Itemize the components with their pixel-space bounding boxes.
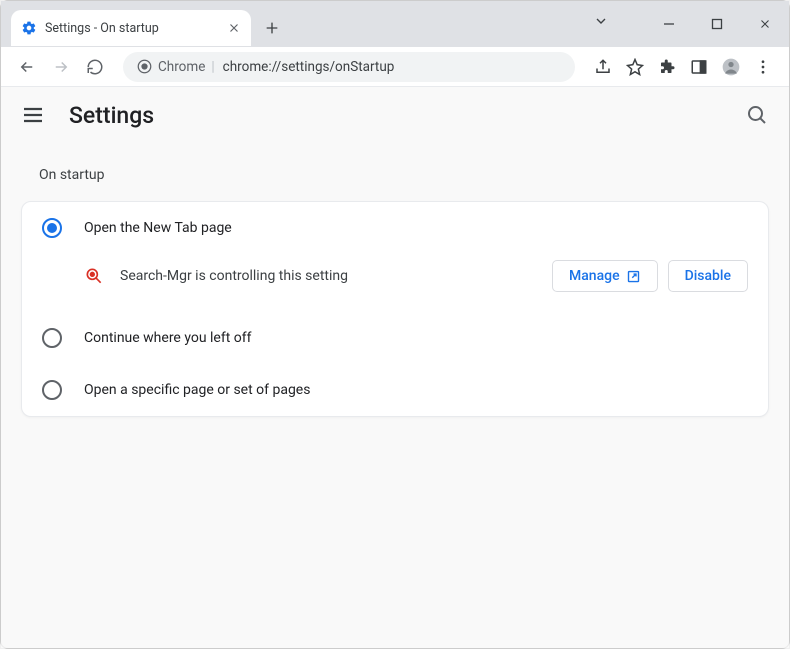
tab-title: Settings - On startup — [45, 21, 219, 36]
menu-dots-icon[interactable] — [749, 53, 777, 81]
disable-button[interactable]: Disable — [668, 260, 748, 292]
new-tab-button[interactable] — [257, 13, 287, 43]
window-titlebar: Settings - On startup — [1, 1, 789, 47]
url-bar: Chrome | chrome://settings/onStartup — [1, 47, 789, 87]
star-icon[interactable] — [621, 53, 649, 81]
maximize-button[interactable] — [693, 1, 741, 47]
close-window-button[interactable] — [741, 1, 789, 47]
option-continue[interactable]: Continue where you left off — [22, 312, 768, 364]
extension-warning-row: Search-Mgr is controlling this setting M… — [22, 254, 768, 312]
chevron-down-icon[interactable] — [593, 13, 609, 29]
external-link-icon — [626, 269, 641, 284]
radio-unselected[interactable] — [42, 380, 62, 400]
back-button[interactable] — [13, 53, 41, 81]
site-info-icon[interactable]: Chrome | — [137, 59, 215, 75]
warning-text: Search-Mgr is controlling this setting — [120, 268, 536, 284]
profile-icon[interactable] — [717, 53, 745, 81]
address-box[interactable]: Chrome | chrome://settings/onStartup — [123, 52, 575, 82]
gear-icon — [21, 20, 37, 36]
reload-button[interactable] — [81, 53, 109, 81]
window-controls — [645, 1, 789, 47]
magnify-warning-icon — [84, 266, 104, 286]
search-icon[interactable] — [745, 103, 769, 127]
radio-selected[interactable] — [42, 218, 62, 238]
startup-card: Open the New Tab page Search-Mgr is cont… — [21, 201, 769, 417]
section-title: On startup — [21, 167, 769, 183]
share-icon[interactable] — [589, 53, 617, 81]
extensions-icon[interactable] — [653, 53, 681, 81]
sidepanel-icon[interactable] — [685, 53, 713, 81]
manage-button[interactable]: Manage — [552, 260, 658, 292]
page-title: Settings — [69, 102, 721, 129]
option-label: Continue where you left off — [84, 330, 252, 346]
browser-tab[interactable]: Settings - On startup — [11, 10, 251, 46]
forward-button[interactable] — [47, 53, 75, 81]
option-specific-pages[interactable]: Open a specific page or set of pages — [22, 364, 768, 416]
address-path: chrome://settings/onStartup — [223, 59, 395, 75]
settings-header: Settings — [1, 87, 789, 143]
settings-content: On startup Open the New Tab page Search-… — [1, 143, 789, 648]
option-label: Open a specific page or set of pages — [84, 382, 310, 398]
close-icon[interactable] — [227, 21, 241, 35]
hamburger-icon[interactable] — [21, 103, 45, 127]
option-label: Open the New Tab page — [84, 220, 232, 236]
scheme-label: Chrome — [158, 59, 205, 75]
radio-unselected[interactable] — [42, 328, 62, 348]
minimize-button[interactable] — [645, 1, 693, 47]
option-new-tab[interactable]: Open the New Tab page — [22, 202, 768, 254]
